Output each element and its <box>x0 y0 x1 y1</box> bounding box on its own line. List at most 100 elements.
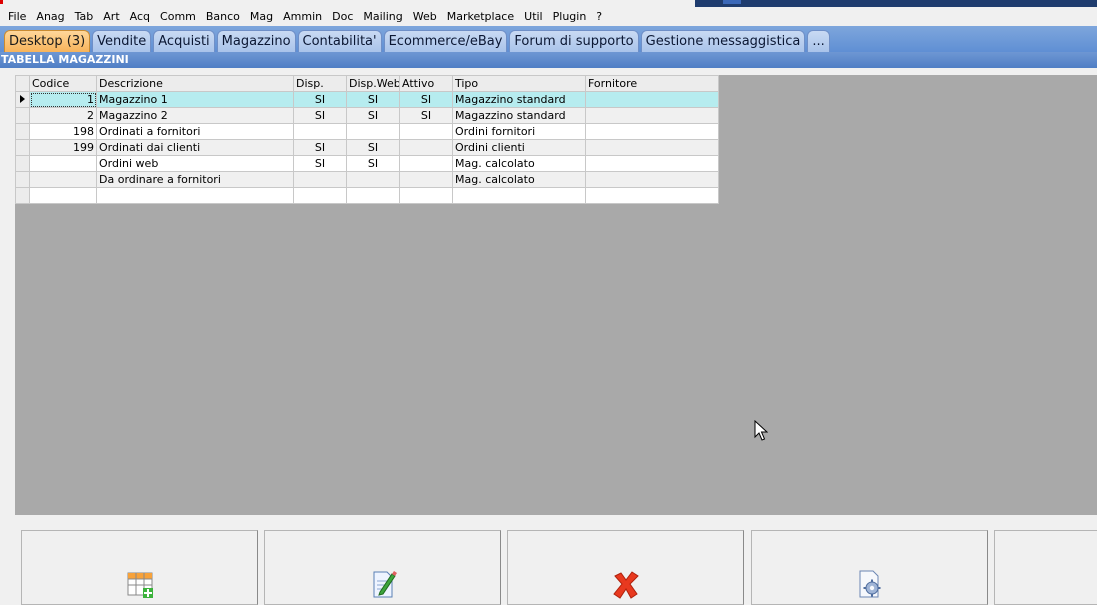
cell-attivo[interactable] <box>399 139 453 156</box>
tab-more[interactable]: ... <box>807 30 830 52</box>
cell-tipo[interactable]: Mag. calcolato <box>452 155 586 172</box>
tab-forum-supporto[interactable]: Forum di supporto <box>509 30 639 52</box>
row-indicator[interactable] <box>15 139 30 156</box>
tab-ecommerce-ebay[interactable]: Ecommerce/eBay <box>383 30 508 52</box>
cell-disp-web[interactable] <box>346 171 400 188</box>
col-attivo[interactable]: Attivo <box>399 75 453 92</box>
cell-fornitore[interactable] <box>585 171 719 188</box>
extra-action-button[interactable] <box>994 530 1097 605</box>
col-disp-web[interactable]: Disp.Web <box>346 75 400 92</box>
row-indicator[interactable] <box>15 123 30 140</box>
cell-fornitore[interactable] <box>585 139 719 156</box>
menu-art[interactable]: Art <box>98 7 124 26</box>
menu-help[interactable]: ? <box>591 7 607 26</box>
cell-disp[interactable]: SI <box>293 107 347 124</box>
cell-codice[interactable]: 198 <box>29 123 97 140</box>
table-row[interactable]: 2 Magazzino 2 SI SI SI Magazzino standar… <box>15 107 719 124</box>
menu-marketplace[interactable]: Marketplace <box>442 7 519 26</box>
col-descrizione[interactable]: Descrizione <box>96 75 294 92</box>
cell-attivo[interactable]: SI <box>399 107 453 124</box>
cell-descrizione[interactable]: Ordini web <box>96 155 294 172</box>
cell-descrizione[interactable]: Magazzino 1 <box>96 91 294 108</box>
cell-disp[interactable]: SI <box>293 139 347 156</box>
table-row[interactable]: 199 Ordinati dai clienti SI SI Ordini cl… <box>15 139 719 156</box>
menu-doc[interactable]: Doc <box>327 7 358 26</box>
row-indicator[interactable] <box>15 171 30 188</box>
row-indicator[interactable] <box>15 107 30 124</box>
table-row[interactable]: 198 Ordinati a fornitori Ordini fornitor… <box>15 123 719 140</box>
cell-attivo[interactable]: SI <box>399 91 453 108</box>
cell-disp-web[interactable]: SI <box>346 107 400 124</box>
cell-fornitore[interactable] <box>585 155 719 172</box>
row-indicator[interactable] <box>15 155 30 172</box>
tab-contabilita[interactable]: Contabilita' <box>297 30 382 52</box>
tab-magazzino[interactable]: Magazzino <box>216 30 296 52</box>
cell-disp-web[interactable] <box>346 123 400 140</box>
cell-attivo[interactable] <box>399 171 453 188</box>
col-fornitore[interactable]: Fornitore <box>585 75 719 92</box>
cell-fornitore[interactable] <box>585 91 719 108</box>
menu-ammin[interactable]: Ammin <box>278 7 327 26</box>
cell-tipo[interactable]: Magazzino standard <box>452 107 586 124</box>
tab-gestione-messaggistica[interactable]: Gestione messaggistica <box>640 30 806 52</box>
cell-codice[interactable] <box>29 187 97 204</box>
cell-attivo[interactable] <box>399 187 453 204</box>
cell-disp-web[interactable]: SI <box>346 91 400 108</box>
cell-descrizione[interactable] <box>96 187 294 204</box>
cell-attivo[interactable] <box>399 155 453 172</box>
row-indicator[interactable] <box>15 91 30 108</box>
table-row-new[interactable] <box>15 187 719 204</box>
menu-mag[interactable]: Mag <box>245 7 278 26</box>
menu-file[interactable]: File <box>3 7 31 26</box>
edit-record-button[interactable] <box>264 530 501 605</box>
cell-descrizione[interactable]: Magazzino 2 <box>96 107 294 124</box>
cell-tipo[interactable]: Ordini clienti <box>452 139 586 156</box>
cell-disp[interactable]: SI <box>293 91 347 108</box>
cell-codice[interactable]: 199 <box>29 139 97 156</box>
col-disp[interactable]: Disp. <box>293 75 347 92</box>
cell-fornitore[interactable] <box>585 187 719 204</box>
cell-disp-web[interactable]: SI <box>346 155 400 172</box>
table-row[interactable]: Da ordinare a fornitori Mag. calcolato <box>15 171 719 188</box>
cell-disp[interactable] <box>293 187 347 204</box>
cell-tipo[interactable]: Ordini fornitori <box>452 123 586 140</box>
cell-descrizione[interactable]: Da ordinare a fornitori <box>96 171 294 188</box>
cell-disp-web[interactable] <box>346 187 400 204</box>
cell-codice[interactable] <box>29 155 97 172</box>
new-record-button[interactable] <box>21 530 258 605</box>
cell-descrizione[interactable]: Ordinati dai clienti <box>96 139 294 156</box>
cell-fornitore[interactable] <box>585 107 719 124</box>
menu-web[interactable]: Web <box>408 7 442 26</box>
cell-tipo[interactable] <box>452 187 586 204</box>
cell-disp[interactable] <box>293 171 347 188</box>
cell-tipo[interactable]: Magazzino standard <box>452 91 586 108</box>
menu-acq[interactable]: Acq <box>125 7 155 26</box>
menu-banco[interactable]: Banco <box>201 7 245 26</box>
cell-descrizione[interactable]: Ordinati a fornitori <box>96 123 294 140</box>
col-tipo[interactable]: Tipo <box>452 75 586 92</box>
menu-comm[interactable]: Comm <box>155 7 201 26</box>
menu-tab[interactable]: Tab <box>70 7 99 26</box>
menu-mailing[interactable]: Mailing <box>358 7 407 26</box>
menu-util[interactable]: Util <box>519 7 547 26</box>
cell-disp[interactable]: SI <box>293 155 347 172</box>
tab-vendite[interactable]: Vendite <box>92 30 152 52</box>
cell-disp[interactable] <box>293 123 347 140</box>
tab-desktop[interactable]: Desktop (3) <box>4 30 91 52</box>
delete-record-button[interactable] <box>507 530 744 605</box>
cell-disp-web[interactable]: SI <box>346 139 400 156</box>
table-row[interactable]: 1 Magazzino 1 SI SI SI Magazzino standar… <box>15 91 719 108</box>
tab-acquisti[interactable]: Acquisti <box>153 30 215 52</box>
cell-codice[interactable]: 1 <box>29 91 97 108</box>
cell-tipo[interactable]: Mag. calcolato <box>452 171 586 188</box>
cell-codice[interactable] <box>29 171 97 188</box>
row-indicator[interactable] <box>15 187 30 204</box>
cell-fornitore[interactable] <box>585 123 719 140</box>
cell-codice[interactable]: 2 <box>29 107 97 124</box>
menu-plugin[interactable]: Plugin <box>548 7 592 26</box>
menu-anag[interactable]: Anag <box>31 7 69 26</box>
col-codice[interactable]: Codice <box>29 75 97 92</box>
table-row[interactable]: Ordini web SI SI Mag. calcolato <box>15 155 719 172</box>
cell-attivo[interactable] <box>399 123 453 140</box>
settings-button[interactable] <box>751 530 988 605</box>
